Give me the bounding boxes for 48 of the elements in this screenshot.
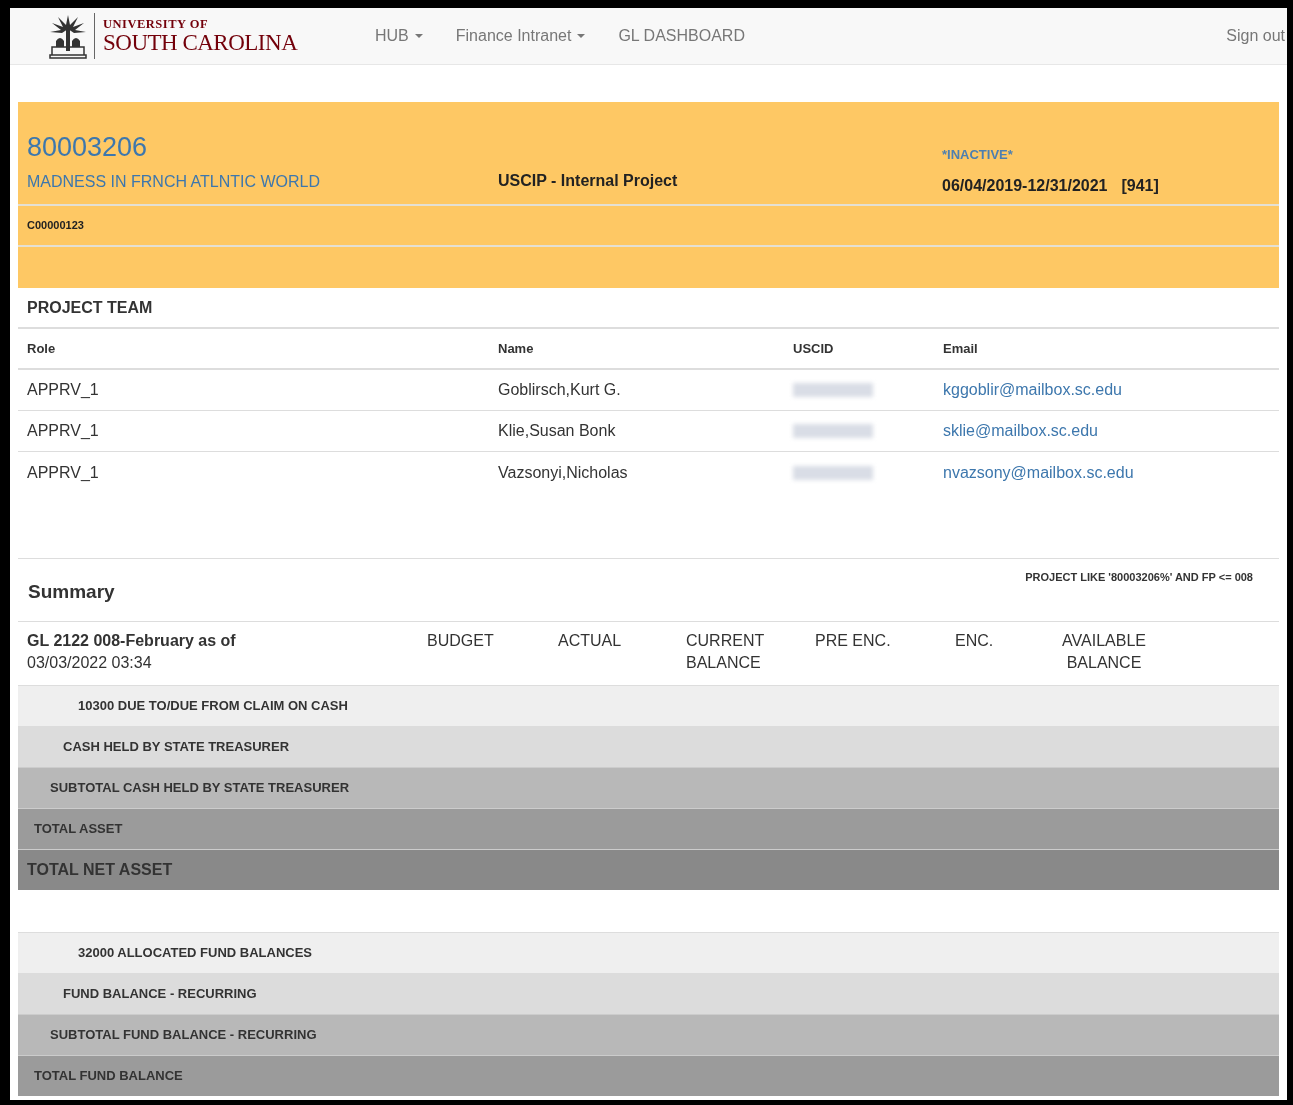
column-header: CURRENT BALANCE [686, 631, 765, 673]
query-text: PROJECT LIKE '80003206%' AND FP <= 008 [1025, 570, 1253, 585]
row-label: FUND BALANCE - RECURRING [63, 984, 257, 1003]
period-label: GL 2122 008-February as of [27, 631, 237, 651]
column-header: USCID [793, 339, 835, 358]
row-label: 32000 ALLOCATED FUND BALANCES [78, 944, 313, 963]
email-link[interactable]: sklie@mailbox.sc.edu [943, 422, 1098, 439]
column-header: AVAILABLE BALANCE [1061, 631, 1147, 673]
row-label: 10300 DUE TO/DUE FROM CLAIM ON CASH [78, 697, 348, 716]
nav-link[interactable]: Finance Intranet [455, 24, 586, 48]
column-header: Name [498, 339, 535, 358]
row-label: TOTAL FUND BALANCE [34, 1067, 183, 1086]
caret-icon [414, 34, 423, 38]
project-number: 80003206 [27, 131, 149, 164]
column-header: ENC. [955, 631, 995, 651]
row-label: SUBTOTAL CASH HELD BY STATE TREASURER [50, 779, 350, 798]
table-cell: Vazsonyi,Nicholas [498, 463, 628, 481]
section-title: Summary [28, 580, 115, 604]
caret-icon [577, 34, 586, 38]
table-cell: APPRV_1 [27, 381, 99, 398]
email-link[interactable]: nvazsony@mailbox.sc.edu [943, 463, 1134, 481]
table-cell: Klie,Susan Bonk [498, 422, 616, 439]
row-label: TOTAL NET ASSET [27, 860, 173, 880]
timestamp: 03/03/2022 03:34 [27, 653, 153, 673]
logo-text: UNIVERSITY OF [103, 18, 209, 31]
date-range: 06/04/2019-12/31/2021 [942, 175, 1108, 196]
row-label: TOTAL ASSET [34, 820, 123, 839]
sign-out-link[interactable]: Sign out [1226, 24, 1285, 48]
nav-link[interactable]: HUB [375, 24, 423, 48]
table-cell: Goblirsch,Kurt G. [498, 381, 621, 398]
column-header: ACTUAL [558, 631, 623, 651]
row-label: SUBTOTAL FUND BALANCE - RECURRING [50, 1026, 317, 1045]
column-header: Role [27, 339, 57, 358]
section-title: PROJECT TEAM [27, 297, 153, 318]
table-cell: APPRV_1 [27, 463, 99, 481]
email-link[interactable]: kggoblir@mailbox.sc.edu [943, 381, 1122, 398]
column-header: Email [943, 339, 979, 358]
contract-number: C00000123 [27, 218, 84, 234]
status-label: *INACTIVE* [942, 146, 1014, 164]
column-header: BUDGET [427, 631, 495, 651]
project-code: [941] [1121, 175, 1159, 196]
row-label: CASH HELD BY STATE TREASURER [63, 737, 290, 756]
column-header: PRE ENC. [815, 631, 892, 651]
table-cell: APPRV_1 [27, 422, 99, 439]
project-type: USCIP - Internal Project [498, 171, 679, 191]
project-title: MADNESS IN FRNCH ATLNTIC WORLD [27, 172, 322, 192]
nav-link[interactable]: GL DASHBOARD [618, 24, 745, 48]
logo-text: SOUTH CAROLINA [103, 30, 298, 54]
